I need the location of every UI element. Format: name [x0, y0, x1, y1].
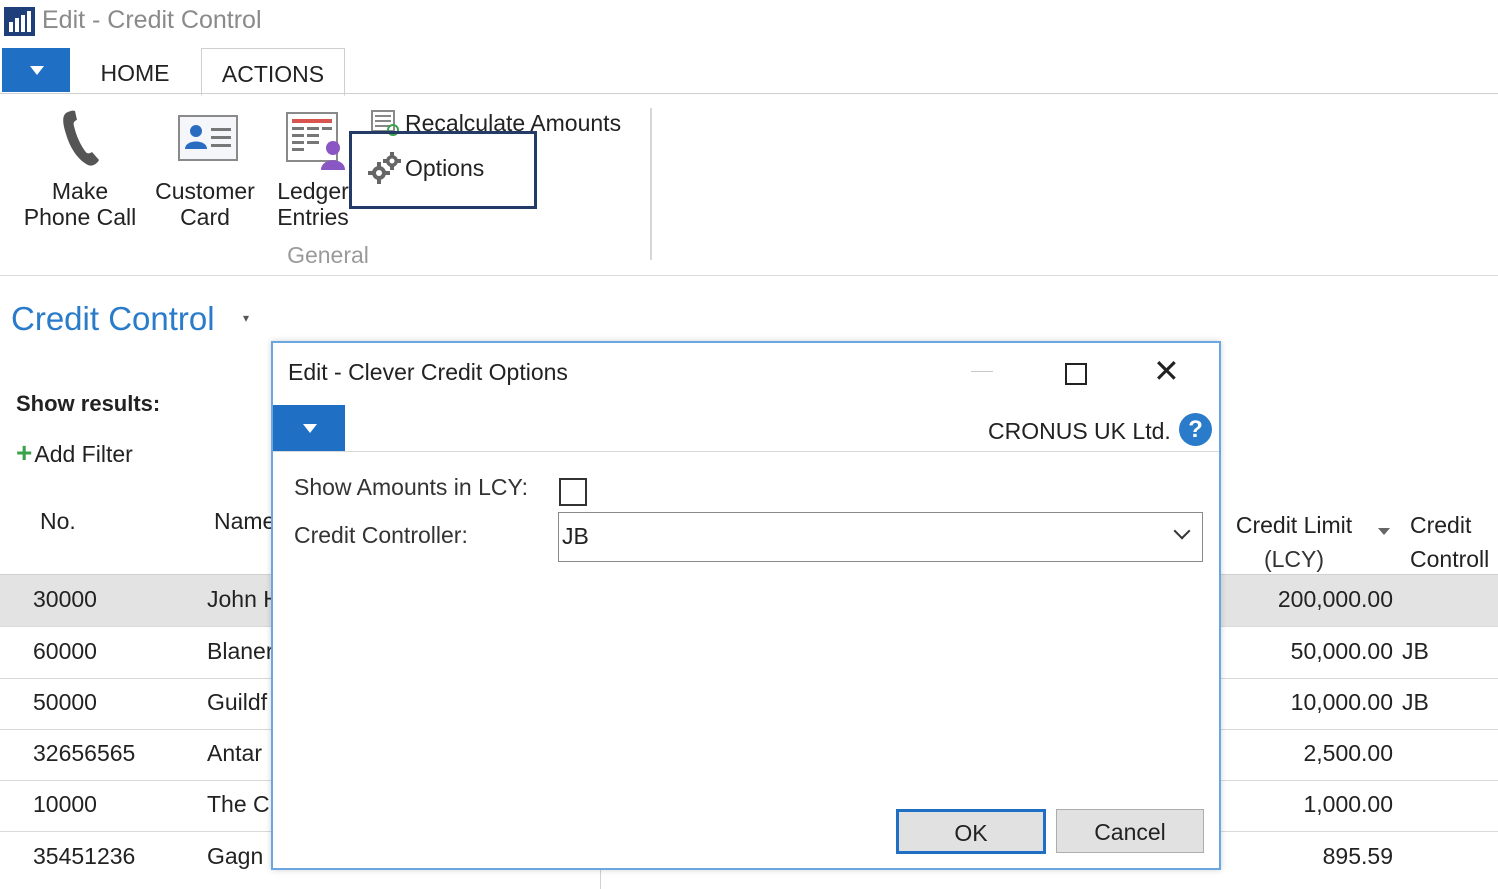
cell-credit-limit[interactable]: 200,000.00 [1278, 586, 1393, 613]
column-header-name[interactable]: Name [214, 508, 275, 535]
cell-name[interactable]: The C [207, 791, 270, 818]
cell-name[interactable]: Blaner [207, 638, 273, 665]
application-menu-button[interactable] [2, 48, 70, 92]
cell-no[interactable]: 60000 [33, 638, 97, 665]
cell-credit-limit[interactable]: 50,000.00 [1291, 638, 1393, 665]
dialog-menu-button[interactable] [273, 405, 345, 451]
cell-name[interactable]: Guildf [207, 689, 267, 716]
dialog-header-divider [273, 451, 1219, 452]
show-results-label: Show results: [16, 391, 161, 416]
add-filter-link[interactable]: +Add Filter [16, 437, 133, 469]
column-header-credit-controller-line2: Controll [1410, 546, 1490, 572]
make-phone-call-label-line1: Make [51, 178, 109, 204]
customer-card-label-line2: Card [180, 204, 230, 230]
column-header-credit-limit-line2: (LCY) [1263, 546, 1325, 572]
chevron-down-icon [1173, 522, 1191, 540]
help-icon[interactable]: ? [1179, 413, 1212, 446]
page-title[interactable]: Credit Control [11, 300, 215, 338]
add-filter-label: Add Filter [34, 441, 133, 467]
customer-card-label-line1: Customer [155, 178, 255, 204]
page-title-dropdown-icon[interactable]: ▾ [243, 311, 249, 325]
ledger-entries-label-line1: Ledger [277, 178, 349, 204]
app-logo-icon [4, 7, 35, 36]
column-header-credit-limit-line1: Credit Limit [1235, 512, 1353, 538]
cell-credit-limit[interactable]: 2,500.00 [1303, 740, 1393, 767]
add-filter-plus-icon: + [16, 437, 33, 468]
column-header-credit-controller-line1: Credit [1410, 512, 1472, 538]
cell-no[interactable]: 10000 [33, 791, 97, 818]
customer-card-icon [178, 115, 238, 161]
show-amounts-lcy-checkbox[interactable] [559, 478, 587, 506]
cell-credit-limit[interactable]: 1,000.00 [1303, 791, 1393, 818]
tab-home[interactable]: HOME [84, 48, 186, 94]
company-name: CRONUS UK Ltd. [988, 418, 1171, 444]
cell-no[interactable]: 50000 [33, 689, 97, 716]
credit-controller-label: Credit Controller: [294, 522, 468, 548]
cell-name[interactable]: John H [207, 586, 280, 613]
ledger-entries-icon [286, 112, 345, 170]
column-header-credit-controller[interactable]: Credit Controll [1410, 508, 1489, 576]
ledger-entries-button[interactable]: Ledger Entries [268, 178, 358, 230]
ok-button[interactable]: OK [896, 809, 1046, 854]
options-button[interactable]: Options [405, 155, 484, 182]
cell-no[interactable]: 30000 [33, 586, 97, 613]
chevron-down-icon [30, 66, 44, 75]
customer-card-button[interactable]: Customer Card [148, 178, 262, 230]
chevron-down-icon [303, 424, 317, 433]
tab-strip-divider [0, 93, 1498, 94]
column-header-no[interactable]: No. [40, 508, 76, 535]
sort-descending-icon[interactable] [1378, 528, 1390, 535]
credit-controller-select[interactable]: JB [558, 512, 1203, 562]
phone-icon [63, 110, 99, 166]
cell-credit-controller[interactable]: JB [1402, 689, 1429, 716]
tab-actions[interactable]: ACTIONS [201, 48, 345, 96]
window-title: Edit - Credit Control [42, 6, 262, 34]
options-gears-icon [368, 152, 401, 184]
ribbon-group-label: General [287, 242, 369, 268]
make-phone-call-button[interactable]: Make Phone Call [10, 178, 150, 230]
cell-credit-limit[interactable]: 895.59 [1323, 843, 1393, 870]
cell-no[interactable]: 35451236 [33, 843, 135, 870]
maximize-icon[interactable] [1065, 363, 1087, 385]
credit-controller-value: JB [562, 523, 589, 549]
dialog-title: Edit - Clever Credit Options [288, 359, 568, 385]
options-dialog: Edit - Clever Credit Options ✕ CRONUS UK… [271, 341, 1221, 870]
cancel-button[interactable]: Cancel [1056, 809, 1204, 853]
column-header-credit-limit[interactable]: Credit Limit (LCY) [1220, 508, 1368, 576]
cell-name[interactable]: Antar [207, 740, 262, 767]
ribbon-bottom-border [0, 275, 1498, 276]
ribbon-group-divider [650, 108, 652, 260]
minimize-icon[interactable] [971, 371, 993, 372]
show-amounts-lcy-label: Show Amounts in LCY: [294, 474, 528, 500]
close-icon[interactable]: ✕ [1153, 355, 1180, 387]
cell-no[interactable]: 32656565 [33, 740, 135, 767]
cell-credit-controller[interactable]: JB [1402, 638, 1429, 665]
ledger-entries-label-line2: Entries [277, 204, 349, 230]
cell-credit-limit[interactable]: 10,000.00 [1291, 689, 1393, 716]
make-phone-call-label-line2: Phone Call [23, 204, 137, 230]
cell-name[interactable]: Gagn [207, 843, 263, 870]
